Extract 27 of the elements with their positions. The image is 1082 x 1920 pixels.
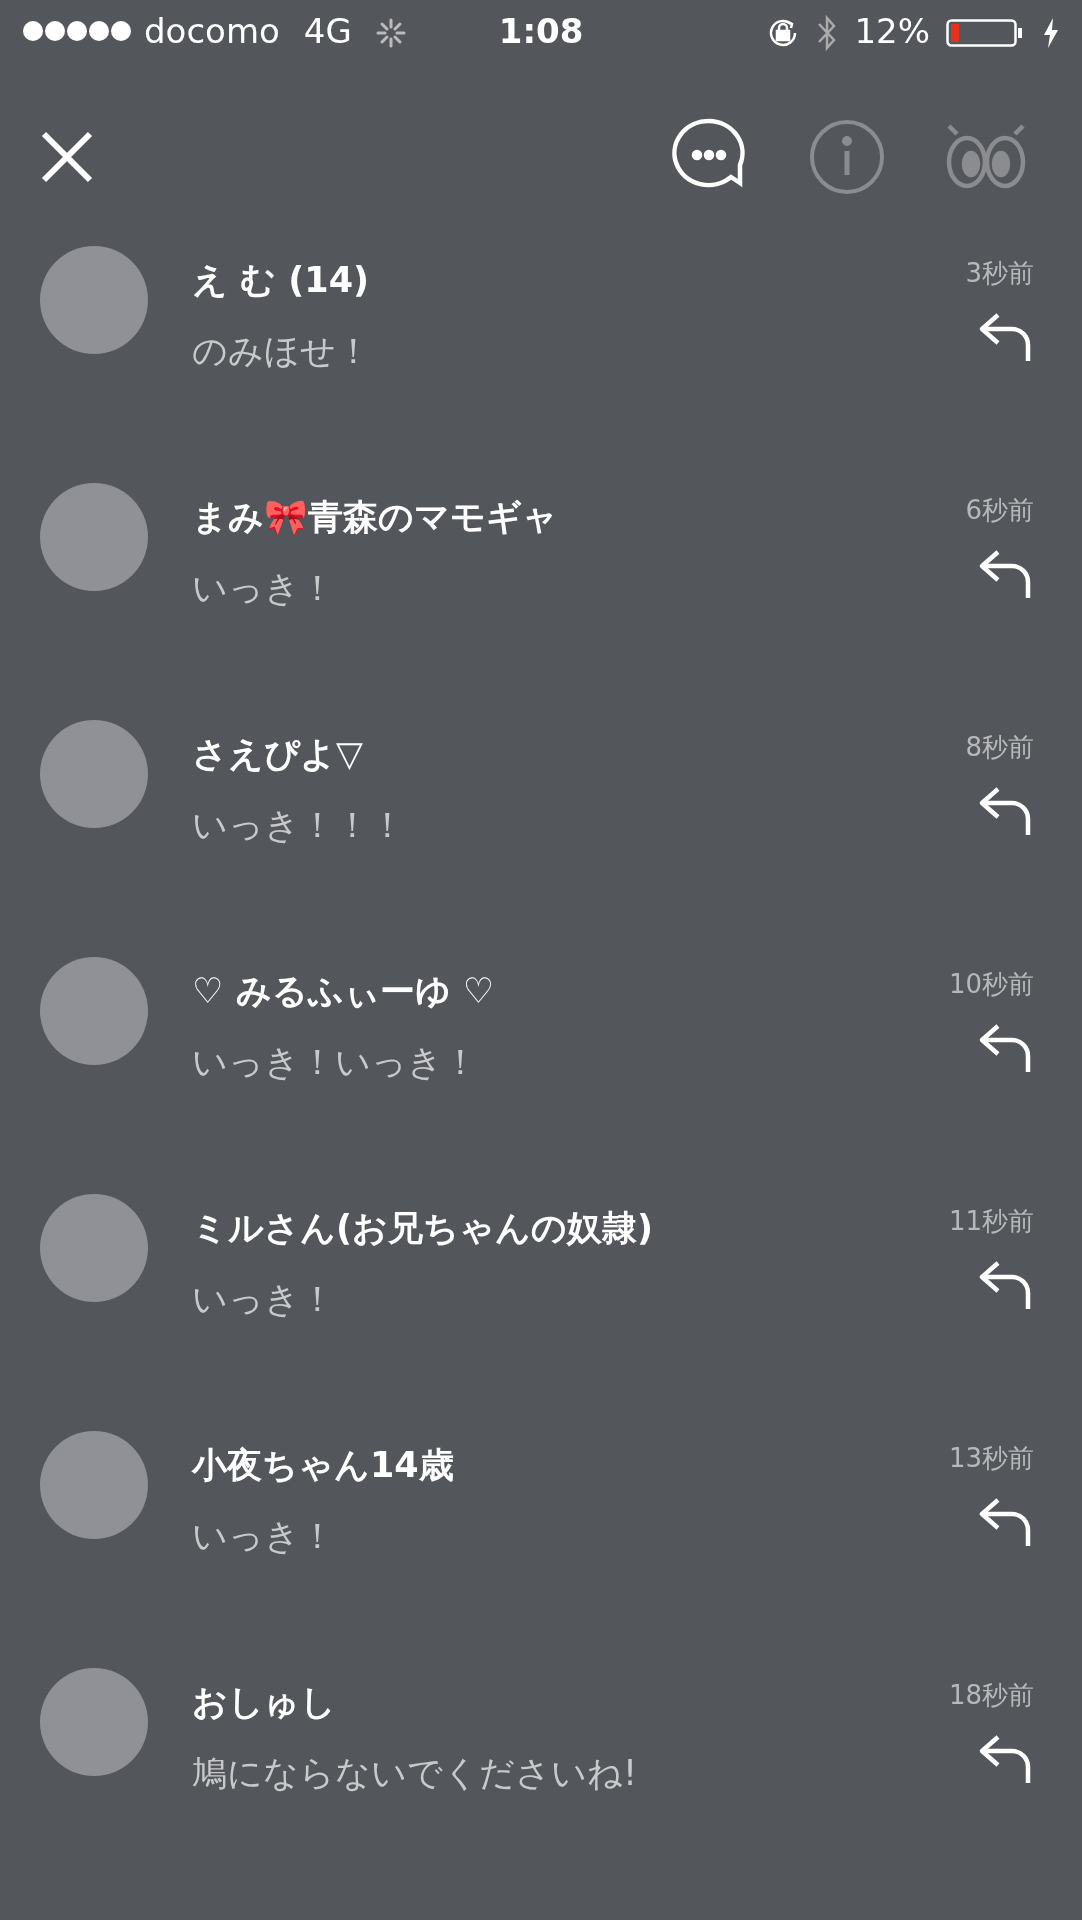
comment-time: 6秒前	[965, 494, 1034, 527]
comment-text: いっき！	[192, 1514, 336, 1558]
comment-time: 3秒前	[965, 257, 1034, 290]
user-name: え む (14)	[192, 259, 371, 302]
comment-text: いっき！	[192, 566, 336, 610]
close-button[interactable]	[40, 130, 94, 184]
network-type: 4G	[303, 9, 352, 53]
comment-text: いっき！！！	[192, 803, 406, 847]
carrier-name: docomo	[144, 9, 280, 53]
status-time: 1:08	[498, 9, 584, 53]
user-name: ミルさん(お兄ちゃんの奴隷)	[192, 1207, 654, 1250]
user-name: まみ🎀青森のマモギャ	[192, 496, 559, 539]
comment-time: 18秒前	[948, 1679, 1034, 1712]
battery-percent: 12%	[854, 9, 930, 53]
comment-time: 8秒前	[965, 731, 1034, 764]
comment-time: 11秒前	[948, 1205, 1034, 1238]
signal-dots-icon	[22, 20, 134, 42]
user-name: 小夜ちゃん14歳	[192, 1444, 455, 1487]
user-name: さえぴよ▽	[192, 733, 364, 776]
comment-text: のみほせ！	[192, 329, 372, 373]
comment-text: いっき！	[192, 1277, 336, 1321]
user-name: ♡ みるふぃーゆ ♡	[192, 970, 496, 1013]
comment-time: 10秒前	[948, 968, 1034, 1001]
comment-text: 鳩にならないでくださいね!	[192, 1751, 639, 1795]
comment-text: いっき！いっき！	[192, 1040, 479, 1084]
comment-time: 13秒前	[948, 1442, 1034, 1475]
user-name: おしゅし	[192, 1681, 337, 1724]
